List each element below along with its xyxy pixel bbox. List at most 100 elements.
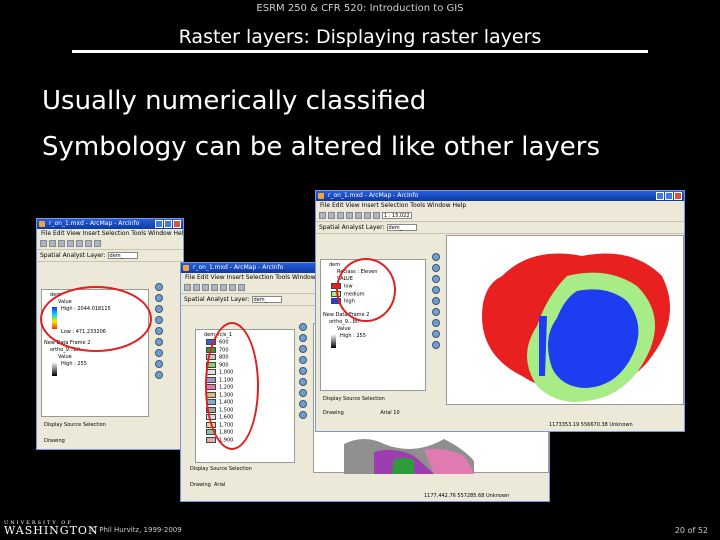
pan-icon[interactable] bbox=[299, 345, 307, 353]
save-icon[interactable] bbox=[58, 240, 65, 247]
layer-dropdown[interactable]: dem_ bbox=[251, 296, 282, 303]
drawing-toolbar: Drawing bbox=[41, 437, 65, 446]
layer-dropdown[interactable]: dem_ bbox=[386, 224, 417, 231]
zoom-in-icon[interactable] bbox=[155, 283, 163, 291]
drawing-toolbar: Drawing Arial 10 bbox=[320, 409, 400, 418]
font-size-dropdown[interactable]: 10 bbox=[393, 410, 399, 416]
font-dropdown[interactable]: Arial bbox=[380, 410, 391, 416]
tab-selection[interactable]: Selection bbox=[83, 422, 106, 428]
save-icon[interactable] bbox=[337, 212, 344, 219]
save-icon[interactable] bbox=[202, 284, 209, 291]
select-icon[interactable] bbox=[299, 389, 307, 397]
zoom-in-icon[interactable] bbox=[432, 253, 440, 261]
forward-icon[interactable] bbox=[155, 338, 163, 346]
paste-icon[interactable] bbox=[373, 212, 380, 219]
minimize-button[interactable] bbox=[656, 192, 664, 200]
menu-bar[interactable]: File Edit View Insert Selection Tools Wi… bbox=[37, 229, 183, 238]
open-icon[interactable] bbox=[328, 212, 335, 219]
paste-icon[interactable] bbox=[238, 284, 245, 291]
cut-icon[interactable] bbox=[76, 240, 83, 247]
status-coords: 1177,442.76 557285.68 Unknown bbox=[424, 493, 510, 499]
back-icon[interactable] bbox=[432, 297, 440, 305]
map-view[interactable] bbox=[446, 235, 684, 405]
identify-icon[interactable] bbox=[155, 360, 163, 368]
uw-logo: UNIVERSITY OF WASHINGTON bbox=[4, 520, 99, 537]
select-icon[interactable] bbox=[155, 349, 163, 357]
spatial-analyst-menu[interactable]: Spatial Analyst bbox=[319, 224, 364, 231]
spatial-analyst-toolbar: Spatial Analyst Layer: dem_ bbox=[316, 222, 684, 234]
maximize-button[interactable] bbox=[665, 192, 673, 200]
full-extent-icon[interactable] bbox=[299, 356, 307, 364]
pan-icon[interactable] bbox=[155, 305, 163, 313]
tab-display[interactable]: Display bbox=[44, 422, 62, 428]
standard-toolbar bbox=[37, 238, 183, 250]
class-swatch[interactable] bbox=[206, 436, 216, 443]
tab-source[interactable]: Source bbox=[343, 396, 360, 402]
info-icon[interactable] bbox=[299, 411, 307, 419]
tools-column bbox=[299, 323, 309, 419]
zoom-out-icon[interactable] bbox=[155, 294, 163, 302]
paste-icon[interactable] bbox=[94, 240, 101, 247]
identify-icon[interactable] bbox=[432, 330, 440, 338]
menu-bar[interactable]: File Edit View Insert Selection Tools Wi… bbox=[316, 201, 684, 210]
close-button[interactable] bbox=[674, 192, 682, 200]
tools-column bbox=[155, 283, 165, 379]
toc-ortho-high: High : 255 bbox=[340, 332, 366, 339]
toc-ortho-high: High : 255 bbox=[61, 361, 87, 367]
full-extent-icon[interactable] bbox=[432, 286, 440, 294]
new-icon[interactable] bbox=[184, 284, 191, 291]
tab-source[interactable]: Source bbox=[64, 422, 81, 428]
cut-icon[interactable] bbox=[355, 212, 362, 219]
zoom-out-icon[interactable] bbox=[299, 334, 307, 342]
tab-display[interactable]: Display bbox=[190, 466, 208, 472]
tools-column bbox=[432, 253, 442, 349]
maximize-button[interactable] bbox=[164, 220, 172, 228]
copy-icon[interactable] bbox=[229, 284, 236, 291]
new-icon[interactable] bbox=[319, 212, 326, 219]
window-title-bar[interactable]: r_on_1.mxd - ArcMap - ArcInfo bbox=[316, 191, 684, 201]
cut-icon[interactable] bbox=[220, 284, 227, 291]
title-rule bbox=[72, 50, 648, 53]
scale-dropdown[interactable]: 1 : 15,022 bbox=[382, 212, 412, 219]
status-coords: 1173353.19 556670.38 Unknown bbox=[549, 422, 633, 428]
tab-source[interactable]: Source bbox=[210, 466, 227, 472]
open-icon[interactable] bbox=[193, 284, 200, 291]
pan-icon[interactable] bbox=[432, 275, 440, 283]
drawing-menu[interactable]: Drawing bbox=[190, 482, 211, 488]
font-dropdown[interactable]: Arial bbox=[214, 482, 225, 488]
status-bar: 1173353.19 556670.38 Unknown bbox=[546, 421, 633, 430]
info-icon[interactable] bbox=[155, 371, 163, 379]
window-title: r_on_1.mxd - ArcMap - ArcInfo bbox=[193, 264, 284, 271]
select-icon[interactable] bbox=[432, 319, 440, 327]
layer-label: Layer: bbox=[230, 296, 250, 303]
layer-dropdown[interactable]: dem_ bbox=[107, 252, 138, 259]
highlight-oval-left bbox=[40, 286, 152, 352]
copy-icon[interactable] bbox=[85, 240, 92, 247]
zoom-out-icon[interactable] bbox=[432, 264, 440, 272]
minimize-button[interactable] bbox=[155, 220, 163, 228]
print-icon[interactable] bbox=[211, 284, 218, 291]
window-title-bar[interactable]: r_on_1.mxd - ArcMap - ArcInfo bbox=[37, 219, 183, 229]
toc-ortho-value: Value bbox=[337, 325, 351, 332]
info-icon[interactable] bbox=[432, 341, 440, 349]
zoom-in-icon[interactable] bbox=[299, 323, 307, 331]
new-icon[interactable] bbox=[40, 240, 47, 247]
drawing-menu[interactable]: Drawing bbox=[44, 438, 65, 444]
copy-icon[interactable] bbox=[364, 212, 371, 219]
print-icon[interactable] bbox=[67, 240, 74, 247]
spatial-analyst-menu[interactable]: Spatial Analyst bbox=[184, 296, 229, 303]
tab-selection[interactable]: Selection bbox=[362, 396, 385, 402]
spatial-analyst-menu[interactable]: Spatial Analyst bbox=[40, 252, 85, 259]
open-icon[interactable] bbox=[49, 240, 56, 247]
back-icon[interactable] bbox=[155, 327, 163, 335]
back-icon[interactable] bbox=[299, 367, 307, 375]
print-icon[interactable] bbox=[346, 212, 353, 219]
drawing-menu[interactable]: Drawing bbox=[323, 410, 344, 416]
forward-icon[interactable] bbox=[432, 308, 440, 316]
tab-selection[interactable]: Selection bbox=[229, 466, 252, 472]
tab-display[interactable]: Display bbox=[323, 396, 341, 402]
full-extent-icon[interactable] bbox=[155, 316, 163, 324]
identify-icon[interactable] bbox=[299, 400, 307, 408]
forward-icon[interactable] bbox=[299, 378, 307, 386]
close-button[interactable] bbox=[173, 220, 181, 228]
